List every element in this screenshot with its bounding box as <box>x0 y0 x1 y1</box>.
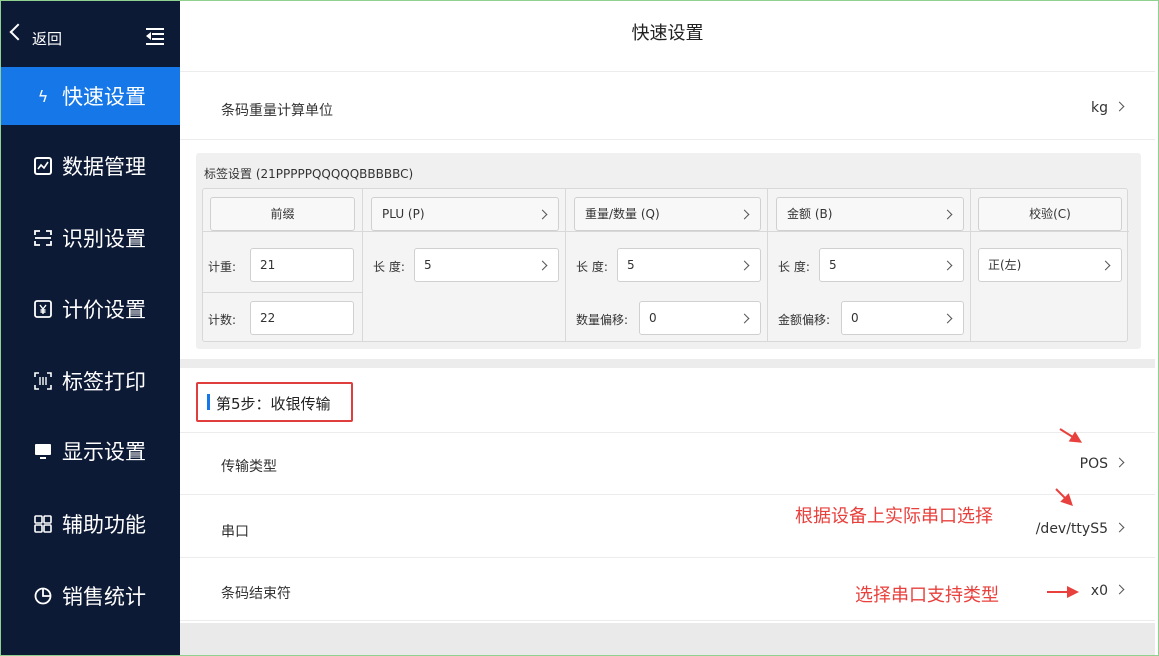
chevron-left-icon <box>9 23 27 41</box>
pie-icon <box>34 587 52 605</box>
plu-length-label: 长 度: <box>373 260 405 274</box>
prefix-weight-label: 计重: <box>208 260 237 274</box>
prefix-count-label: 计数: <box>208 313 237 327</box>
back-label: 返回 <box>32 30 63 48</box>
chevron-right-icon <box>739 209 750 220</box>
barcode-unit-row[interactable]: 条码重量计算单位 kg <box>180 78 1155 140</box>
scan-icon <box>34 229 52 247</box>
sidebar-item-pricing[interactable]: 计价设置 <box>0 280 180 338</box>
sidebar-header: 返回 <box>0 0 180 74</box>
check-select[interactable]: 正(左) <box>978 248 1122 282</box>
chevron-right-icon <box>942 313 953 324</box>
terminator-value: x0 <box>1091 583 1125 599</box>
prefix-header: 前缀 <box>210 197 355 231</box>
amount-offset-label: 金额偏移: <box>778 313 831 327</box>
sidebar-item-label: 计价设置 <box>62 298 146 322</box>
sidebar-item-recognition[interactable]: 识别设置 <box>0 209 180 267</box>
sidebar-item-label: 辅助功能 <box>62 513 146 537</box>
chevron-right-icon <box>739 260 750 271</box>
qty-header-button[interactable]: 重量/数量 (Q) <box>574 197 761 231</box>
label-settings-title: 标签设置 (21PPPPPQQQQQBBBBBC) <box>204 167 414 181</box>
chevron-right-icon <box>942 209 953 220</box>
grid-icon <box>34 515 52 533</box>
sidebar-item-quick-settings[interactable]: ϟ 快速设置 <box>0 67 180 125</box>
serial-port-row[interactable]: 串口 /dev/ttyS5 <box>180 496 1155 558</box>
sidebar-item-label: 销售统计 <box>62 585 146 609</box>
label-settings-grid: 前缀 PLU (P) 重量/数量 (Q) 金额 (B) 校验(C) 计重: 21… <box>202 188 1129 342</box>
chevron-right-icon <box>1114 522 1125 533</box>
monitor-icon <box>34 442 52 460</box>
accent-bar <box>207 394 210 410</box>
qty-offset-select[interactable]: 0 <box>639 301 761 335</box>
serial-port-label: 串口 <box>221 524 249 540</box>
section-divider <box>180 359 1155 368</box>
qty-length-label: 长 度: <box>576 260 608 274</box>
prefix-weight-input[interactable]: 21 <box>250 248 354 282</box>
transfer-type-row[interactable]: 传输类型 POS <box>180 433 1155 495</box>
sidebar-item-label: 数据管理 <box>62 155 146 179</box>
barcode-unit-label: 条码重量计算单位 <box>221 103 333 119</box>
qty-offset-label: 数量偏移: <box>576 313 629 327</box>
sidebar-item-label: 识别设置 <box>62 227 146 251</box>
chevron-right-icon <box>1114 101 1125 112</box>
sidebar-item-label: 快速设置 <box>62 85 146 109</box>
label-settings-panel: 标签设置 (21PPPPPQQQQQBBBBBC) 前缀 PLU (P) 重量/… <box>196 153 1141 349</box>
sidebar-item-display[interactable]: 显示设置 <box>0 422 180 480</box>
barcode-unit-value: kg <box>1091 100 1125 116</box>
step-5-label: 第5步：收银传输 <box>216 395 331 413</box>
barcode-icon <box>34 372 52 390</box>
serial-hint-annotation: 根据设备上实际串口选择 <box>795 506 993 527</box>
sidebar-item-label-print[interactable]: 标签打印 <box>0 352 180 410</box>
sidebar-item-label: 标签打印 <box>62 370 146 394</box>
serial-port-value: /dev/ttyS5 <box>1036 521 1125 537</box>
amount-length-label: 长 度: <box>778 260 810 274</box>
annotation-arrow <box>1047 586 1079 598</box>
sidebar-item-assist[interactable]: 辅助功能 <box>0 495 180 553</box>
page-title: 快速设置 <box>180 0 1155 72</box>
main-content: 快速设置 条码重量计算单位 kg 标签设置 (21PPPPPQQQQQBBBBB… <box>180 0 1155 656</box>
sidebar-item-data-management[interactable]: 数据管理 <box>0 137 180 195</box>
type-hint-annotation: 选择串口支持类型 <box>855 585 999 606</box>
sidebar-item-sales-stats[interactable]: 销售统计 <box>0 567 180 625</box>
plu-length-select[interactable]: 5 <box>414 248 559 282</box>
chart-icon <box>34 157 52 175</box>
chevron-right-icon <box>1114 584 1125 595</box>
sidebar-item-label: 显示设置 <box>62 440 146 464</box>
prefix-count-input[interactable]: 22 <box>250 301 354 335</box>
transfer-type-label: 传输类型 <box>221 459 277 475</box>
transfer-type-value: POS <box>1080 456 1125 472</box>
yen-icon <box>34 300 52 318</box>
lightning-icon: ϟ <box>37 86 49 106</box>
amount-length-select[interactable]: 5 <box>819 248 964 282</box>
check-header: 校验(C) <box>978 197 1122 231</box>
bottom-spacer <box>180 623 1155 656</box>
plu-header-button[interactable]: PLU (P) <box>371 197 559 231</box>
chevron-right-icon <box>942 260 953 271</box>
terminator-label: 条码结束符 <box>221 586 291 602</box>
chevron-right-icon <box>1114 457 1125 468</box>
step-5-header: 第5步：收银传输 <box>196 382 353 422</box>
amount-offset-select[interactable]: 0 <box>841 301 964 335</box>
chevron-right-icon <box>1100 260 1111 271</box>
chevron-right-icon <box>739 313 750 324</box>
terminator-row[interactable]: 条码结束符 x0 <box>180 559 1155 621</box>
sidebar: 返回 ϟ 快速设置 数据管理 识别设置 计价设置 标签打印 显示设置 辅助功能 … <box>0 0 180 656</box>
qty-length-select[interactable]: 5 <box>617 248 761 282</box>
amount-header-button[interactable]: 金额 (B) <box>776 197 964 231</box>
chevron-right-icon <box>537 260 548 271</box>
chevron-right-icon <box>537 209 548 220</box>
collapse-menu-icon[interactable] <box>146 28 164 45</box>
